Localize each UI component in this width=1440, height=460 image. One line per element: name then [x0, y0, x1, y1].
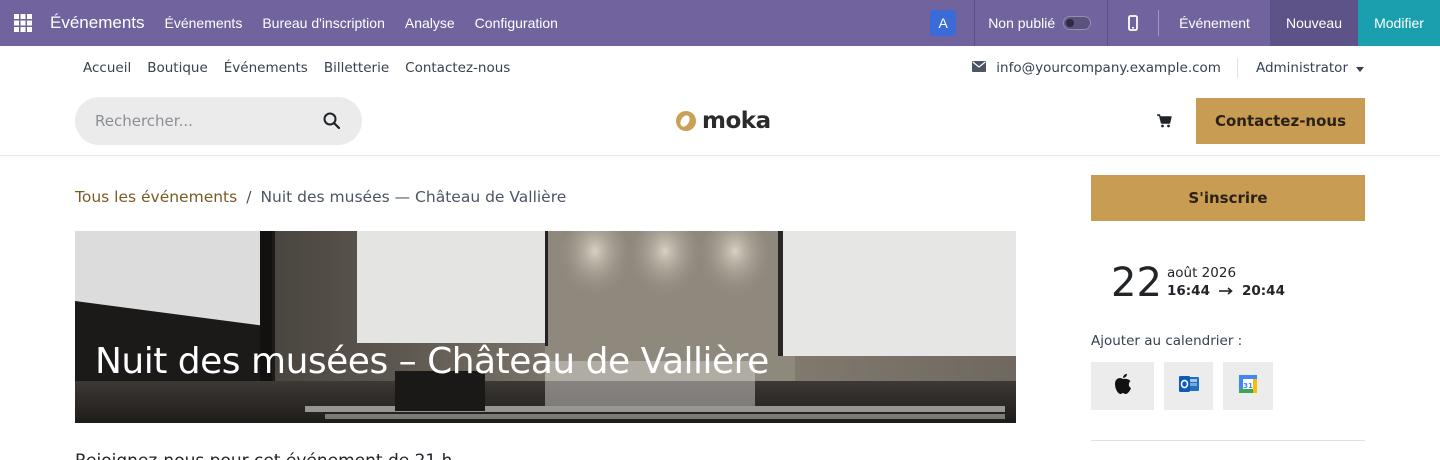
email-text: info@yourcompany.example.com	[996, 60, 1221, 76]
event-intro: Rejoignez-nous pour cet événement de 21 …	[75, 451, 452, 460]
site-logo[interactable]: moka	[676, 108, 771, 134]
publish-label: Non publié	[988, 15, 1056, 31]
user-menu[interactable]: Administrator	[1256, 60, 1364, 76]
nav-events[interactable]: Événements	[224, 60, 308, 76]
event-start-time: 16:44	[1167, 283, 1210, 299]
user-avatar[interactable]: A	[930, 10, 957, 36]
edit-button[interactable]: Modifier	[1358, 0, 1440, 46]
add-to-apple-calendar-button[interactable]	[1091, 362, 1154, 410]
add-to-outlook-button[interactable]	[1164, 362, 1213, 410]
toggle-switch[interactable]	[1063, 16, 1092, 30]
nav-contact[interactable]: Contactez-nous	[405, 60, 510, 76]
search-box	[75, 97, 362, 145]
add-to-calendar-label: Ajouter au calendrier :	[1091, 333, 1243, 349]
google-calendar-icon: 31	[1239, 374, 1257, 398]
menu-configuration[interactable]: Configuration	[475, 15, 558, 31]
app-title[interactable]: Événements	[50, 13, 145, 33]
chevron-down-icon	[1356, 67, 1364, 72]
breadcrumb-current: Nuit des musées — Château de Vallière	[260, 188, 567, 206]
event-backend-button[interactable]: Événement	[1159, 15, 1270, 31]
menu-registration-desk[interactable]: Bureau d'inscription	[262, 15, 385, 31]
menu-events[interactable]: Événements	[165, 15, 243, 31]
nav-ticketing[interactable]: Billetterie	[324, 60, 389, 76]
header-divider	[0, 155, 1440, 156]
mobile-preview-icon[interactable]	[1108, 0, 1158, 46]
sidebar-divider	[1091, 440, 1365, 441]
event-title: Nuit des musées – Château de Vallière	[95, 341, 769, 382]
site-nav: Accueil Boutique Événements Billetterie …	[83, 58, 526, 78]
event-month-year: août 2026	[1167, 265, 1237, 281]
event-day: 22	[1111, 260, 1162, 306]
topbar-actions: A Non publié Événement Nouveau Modifier	[930, 0, 1440, 46]
outlook-icon	[1178, 374, 1200, 399]
add-to-google-calendar-button[interactable]: 31	[1223, 362, 1273, 410]
svg-text:31: 31	[1243, 382, 1253, 390]
apps-menu-icon[interactable]	[0, 0, 46, 46]
menu-analysis[interactable]: Analyse	[405, 15, 455, 31]
breadcrumb-all-events[interactable]: Tous les événements	[75, 188, 237, 206]
nav-home[interactable]: Accueil	[83, 60, 131, 76]
email-link[interactable]: info@yourcompany.example.com	[972, 60, 1221, 76]
contact-us-button[interactable]: Contactez-nous	[1196, 98, 1365, 144]
event-end-time: 20:44	[1241, 283, 1285, 299]
apple-icon	[1113, 373, 1133, 400]
conference-room-photo	[75, 231, 1016, 423]
logo-text: moka	[702, 108, 771, 134]
header-contact: info@yourcompany.example.com Administrat…	[972, 58, 1364, 78]
register-button[interactable]: S'inscrire	[1091, 175, 1365, 221]
arrow-right-icon	[1218, 283, 1233, 299]
breadcrumb: Tous les événements / Nuit des musées — …	[75, 188, 566, 206]
cart-icon[interactable]	[1157, 114, 1172, 133]
search-icon[interactable]	[323, 112, 341, 134]
user-name: Administrator	[1255, 60, 1348, 76]
event-cover-image: Nuit des musées – Château de Vallière	[75, 231, 1016, 423]
breadcrumb-separator: /	[246, 188, 252, 206]
search-input[interactable]	[95, 112, 305, 130]
envelope-icon	[972, 60, 996, 76]
publish-toggle[interactable]: Non publié	[975, 15, 1107, 31]
editor-topbar: Événements Événements Bureau d'inscripti…	[0, 0, 1440, 46]
logo-mark-icon	[676, 111, 696, 131]
nav-shop[interactable]: Boutique	[147, 60, 208, 76]
divider	[1236, 58, 1238, 78]
new-button[interactable]: Nouveau	[1269, 0, 1358, 46]
event-time-range: 16:44 20:44	[1167, 283, 1285, 299]
